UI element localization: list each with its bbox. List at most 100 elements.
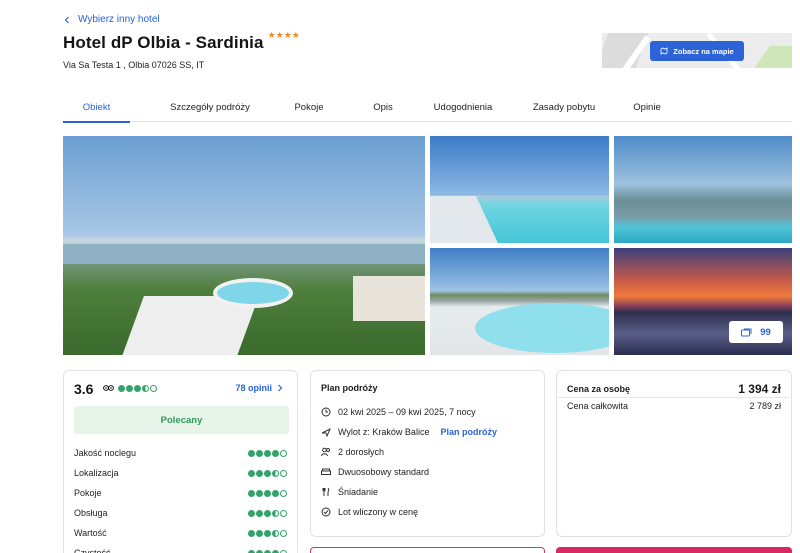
rating-dot-icon [280, 529, 287, 537]
tab-label: Zasady pobytu [532, 101, 596, 113]
rating-category-dots [248, 489, 287, 497]
rating-dot-icon [264, 509, 271, 517]
tab-pokoje[interactable]: Pokoje [279, 92, 339, 122]
book-button[interactable] [556, 547, 792, 553]
rating-category-row: Czystość [74, 546, 287, 553]
tab-szczegoly[interactable]: Szczegóły podróży [150, 92, 270, 122]
rating-dot-icon [280, 449, 287, 457]
rating-category-label: Jakość noclegu [74, 448, 137, 458]
rating-dot-icon [248, 449, 255, 457]
rating-dot-icon [256, 509, 263, 517]
plan-board-text: Śniadanie [338, 487, 379, 497]
plan-details-link[interactable]: Plan podróży [440, 427, 497, 437]
main-photo[interactable] [63, 136, 425, 355]
rating-category-label: Obsługa [74, 508, 108, 518]
rating-dot-icon [118, 384, 125, 392]
rating-category-label: Wartość [74, 528, 107, 538]
rating-dot-icon [126, 384, 133, 392]
rating-dot-icon [264, 549, 271, 553]
rating-category-label: Czystość [74, 548, 111, 553]
photo-thumbnail[interactable] [430, 248, 609, 355]
rating-dot-icon [256, 449, 263, 457]
price-per-person-value: 1 394 zł [738, 382, 781, 396]
rating-category-dots [248, 549, 287, 553]
photo-thumbnail[interactable] [430, 136, 609, 243]
tab-label: Opis [373, 101, 393, 113]
rating-dot-icon [272, 529, 279, 537]
rating-dot-icon [264, 529, 271, 537]
price-total-value: 2 789 zł [749, 401, 781, 411]
rating-category-row: Wartość [74, 526, 287, 540]
back-link-label: Wybierz inny hotel [78, 14, 160, 25]
plan-title: Plan podróży [321, 383, 378, 393]
rating-dot-icon [256, 549, 263, 553]
photos-icon [741, 328, 752, 336]
bed-icon [321, 468, 331, 475]
all-photos-button[interactable]: 99 [729, 321, 783, 343]
tab-udogodnienia[interactable]: Udogodnienia [423, 92, 503, 122]
rating-category-row: Obsługa [74, 506, 287, 520]
plan-flight-text: Wylot z: Kraków Balice [338, 427, 430, 437]
tab-zasady[interactable]: Zasady pobytu [524, 92, 604, 122]
rating-category-dots [248, 509, 287, 517]
rating-category-row: Pokoje [74, 486, 287, 500]
tab-bar: Obiekt Szczegóły podróży Pokoje Opis Udo… [63, 92, 792, 123]
rating-dot-icon [256, 469, 263, 477]
rating-dot-icon [272, 489, 279, 497]
tab-label: Obiekt [82, 101, 111, 113]
reviews-link[interactable]: 78 opinii [235, 383, 283, 393]
tab-label: Pokoje [294, 101, 324, 113]
price-total-row: Cena całkowita 2 789 zł [567, 401, 781, 411]
back-link[interactable]: Wybierz inny hotel [63, 14, 160, 25]
plan-dates-text: 02 kwi 2025 – 09 kwi 2025, 7 nocy [338, 407, 476, 417]
rating-dot-icon [256, 489, 263, 497]
rating-dot-icon [264, 449, 271, 457]
check-circle-icon [321, 507, 331, 517]
hotel-address: Via Sa Testa 1 , Olbia 07026 SS, IT [63, 60, 205, 70]
rating-dot-icon [280, 469, 287, 477]
star-icon: ★ [291, 30, 300, 40]
rating-dot-icon [248, 489, 255, 497]
rating-dot-icon [272, 469, 279, 477]
tab-obiekt[interactable]: Obiekt [63, 92, 130, 123]
recommended-badge: Polecany [74, 406, 289, 434]
rating-category-label: Pokoje [74, 488, 102, 498]
rating-category-row: Jakość noclegu [74, 446, 287, 460]
rating-dot-icon [272, 509, 279, 517]
hotel-stars: ★ ★ ★ ★ [268, 31, 300, 40]
rating-category-row: Lokalizacja [74, 466, 287, 480]
calendar-icon [321, 407, 331, 417]
chevron-left-icon [64, 16, 69, 23]
reviews-link-label: 78 opinii [235, 383, 272, 393]
cutlery-icon [322, 487, 330, 496]
rating-score: 3.6 [74, 381, 94, 397]
chevron-right-icon [278, 384, 283, 392]
plan-flight: Wylot z: Kraków Balice Plan podróży [321, 427, 497, 437]
tripadvisor-icon [103, 385, 114, 391]
photo-count: 99 [760, 326, 771, 338]
tab-opis[interactable]: Opis [363, 92, 403, 122]
rating-dot-icon [264, 469, 271, 477]
map-icon [660, 47, 668, 55]
plan-guests-text: 2 dorosłych [338, 447, 385, 457]
price-card: Cena za osobę 1 394 zł Cena całkowita 2 … [556, 370, 792, 537]
rating-dot-icon [280, 509, 287, 517]
rating-category-dots [248, 449, 287, 457]
secondary-action-button[interactable] [310, 547, 545, 553]
rating-dot-icon [248, 469, 255, 477]
price-per-person-row: Cena za osobę 1 394 zł [567, 382, 781, 396]
plan-dates: 02 kwi 2025 – 09 kwi 2025, 7 nocy [321, 407, 476, 417]
tab-opinie[interactable]: Opinie [622, 92, 672, 122]
show-map-button[interactable]: Zobacz na mapie [650, 41, 744, 61]
plan-board: Śniadanie [321, 487, 378, 497]
rating-dot-icon [142, 384, 149, 392]
plan-transfer-text: Lot wliczony w cenę [338, 507, 419, 517]
rating-dot-icon [248, 509, 255, 517]
rating-dot-icon [280, 489, 287, 497]
map-thumbnail[interactable]: Zobacz na mapie [602, 33, 792, 68]
photo-thumbnail[interactable] [614, 136, 792, 243]
photo-thumbnail[interactable]: 99 [614, 248, 792, 355]
price-per-person-label: Cena za osobę [567, 384, 631, 394]
tripadvisor-rating [103, 384, 157, 392]
plan-room-text: Dwuosobowy standard [338, 467, 430, 477]
